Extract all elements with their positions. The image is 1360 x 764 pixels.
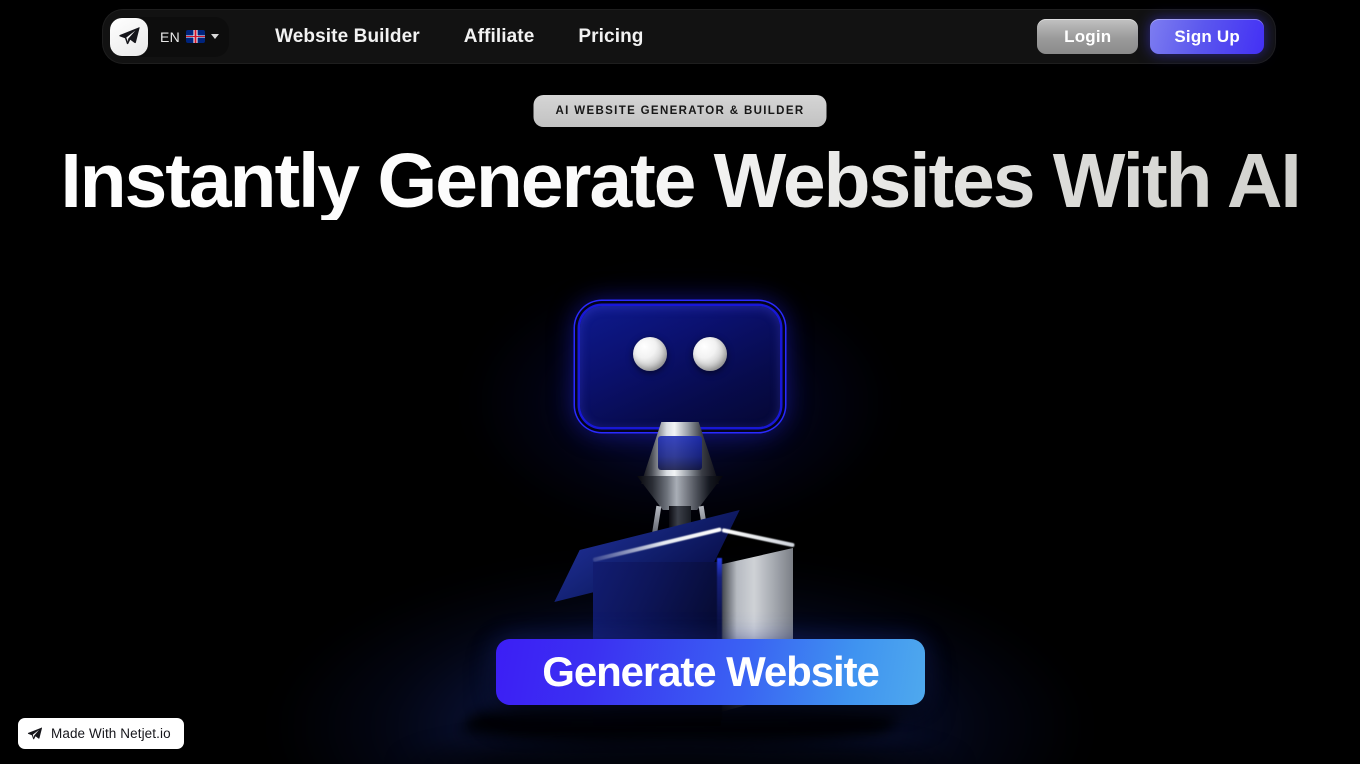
robot-eye-right (693, 337, 727, 371)
made-with-label: Made With Netjet.io (51, 726, 171, 741)
brand-logo[interactable] (110, 17, 148, 56)
paper-plane-icon (27, 726, 43, 742)
nav-item-website-builder[interactable]: Website Builder (253, 26, 442, 48)
header-actions: Login Sign Up (1037, 19, 1264, 54)
robot-neck-inner (658, 436, 702, 470)
cube-edge-highlight-right (721, 528, 795, 548)
robot-head (580, 306, 780, 427)
nav-item-affiliate[interactable]: Affiliate (442, 26, 557, 48)
generate-website-label: Generate Website (542, 648, 880, 695)
page-title: Instantly Generate Websites With AI (0, 143, 1360, 220)
made-with-badge[interactable]: Made With Netjet.io (18, 718, 184, 749)
login-button[interactable]: Login (1037, 19, 1139, 54)
generate-website-button[interactable]: Generate Website (496, 639, 925, 705)
logo-language-group: EN (110, 16, 230, 57)
hero-badge: AI WEBSITE GENERATOR & BUILDER (533, 95, 827, 127)
chevron-down-icon (211, 34, 220, 39)
signup-button[interactable]: Sign Up (1150, 19, 1264, 54)
language-selector[interactable]: EN (160, 28, 220, 45)
paper-plane-icon (118, 25, 141, 48)
language-code: EN (160, 28, 181, 45)
uk-flag-icon (186, 30, 206, 43)
nav-item-pricing[interactable]: Pricing (556, 26, 665, 48)
main-navigation: Website Builder Affiliate Pricing (253, 26, 665, 48)
landing-page: EN Website Builder Affiliate Pricing Log… (0, 0, 1360, 764)
robot-eye-left (633, 337, 667, 371)
site-header: EN Website Builder Affiliate Pricing Log… (103, 10, 1275, 63)
